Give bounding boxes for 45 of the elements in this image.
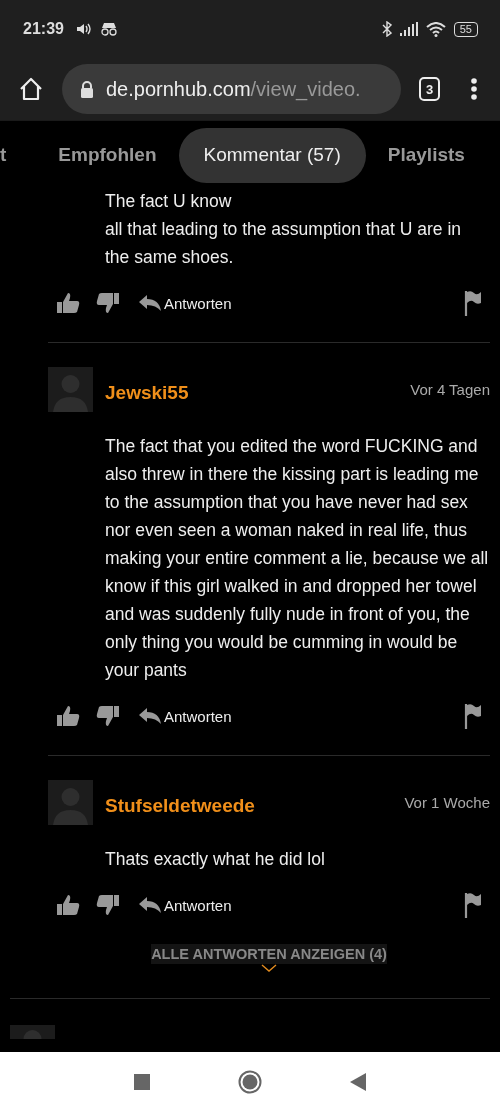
- battery-indicator: 55: [453, 21, 478, 37]
- username[interactable]: Jewski55: [105, 381, 411, 404]
- reply-arrow-icon: [138, 294, 162, 312]
- tab-count-button[interactable]: 3: [419, 77, 440, 101]
- comment-time: Vor 4 Tagen: [410, 381, 490, 398]
- flag-icon[interactable]: [464, 892, 482, 918]
- comment-text: The fact U know all that leading to the assumption that U are in the same shoes.: [105, 190, 463, 269]
- clock: 21:39: [23, 20, 64, 38]
- tab[interactable]: Empfohlen: [36, 127, 179, 183]
- thumbs-down-icon[interactable]: [96, 292, 120, 314]
- avatar-icon: [10, 1025, 55, 1039]
- comment-text: Thats exactly what he did lol: [105, 848, 326, 871]
- show-all-replies-button[interactable]: ALLE ANTWORTEN ANZEIGEN (4): [151, 944, 387, 964]
- reply-button[interactable]: Antworten: [138, 896, 232, 914]
- volume-icon: [75, 22, 92, 36]
- thumbs-up-icon[interactable]: [56, 894, 80, 916]
- wifi-icon: [425, 21, 446, 37]
- thumbs-up-icon[interactable]: [56, 705, 80, 727]
- reply-arrow-icon: [138, 707, 162, 725]
- avatar-icon: [48, 780, 93, 825]
- reply-button[interactable]: Antworten: [138, 707, 232, 725]
- home-button-icon[interactable]: [238, 1070, 262, 1094]
- flag-icon[interactable]: [464, 703, 482, 729]
- flag-icon[interactable]: [464, 290, 482, 316]
- avatar-icon: [48, 367, 93, 412]
- thumbs-down-icon[interactable]: [96, 705, 120, 727]
- incognito-icon: [99, 22, 118, 36]
- username[interactable]: Stufseldetweede: [105, 794, 405, 817]
- chevron-down-icon: [261, 964, 277, 972]
- tab[interactable]: t: [0, 127, 37, 183]
- home-icon[interactable]: [18, 76, 44, 102]
- menu-icon[interactable]: [470, 77, 478, 101]
- comment-time: Vor 1 Woche: [404, 794, 490, 811]
- back-icon[interactable]: [350, 1073, 366, 1091]
- lock-icon: [80, 80, 94, 98]
- thumbs-down-icon[interactable]: [96, 894, 120, 916]
- tab[interactable]: Playlists: [365, 127, 487, 183]
- signal-icon: [399, 22, 418, 36]
- tab[interactable]: Kommentar (57): [178, 127, 366, 183]
- reply-arrow-icon: [138, 896, 162, 914]
- address-field[interactable]: de.pornhub.com/view_video.: [62, 64, 401, 114]
- thumbs-up-icon[interactable]: [56, 292, 80, 314]
- bluetooth-icon: [381, 21, 392, 37]
- comment-text: The fact that you edited the word FUCKING and also threw in there the kissing part is leading me to the assumption that you have never had sex nor even seen a woman naked in real life, thus making your entire comment a lie, because we all know if this girl walked in and dropped her towel and was suddenly fully nude in front of you, the only thing you would be cumming in would be your pants: [105, 435, 490, 682]
- reply-button[interactable]: Antworten: [138, 294, 232, 312]
